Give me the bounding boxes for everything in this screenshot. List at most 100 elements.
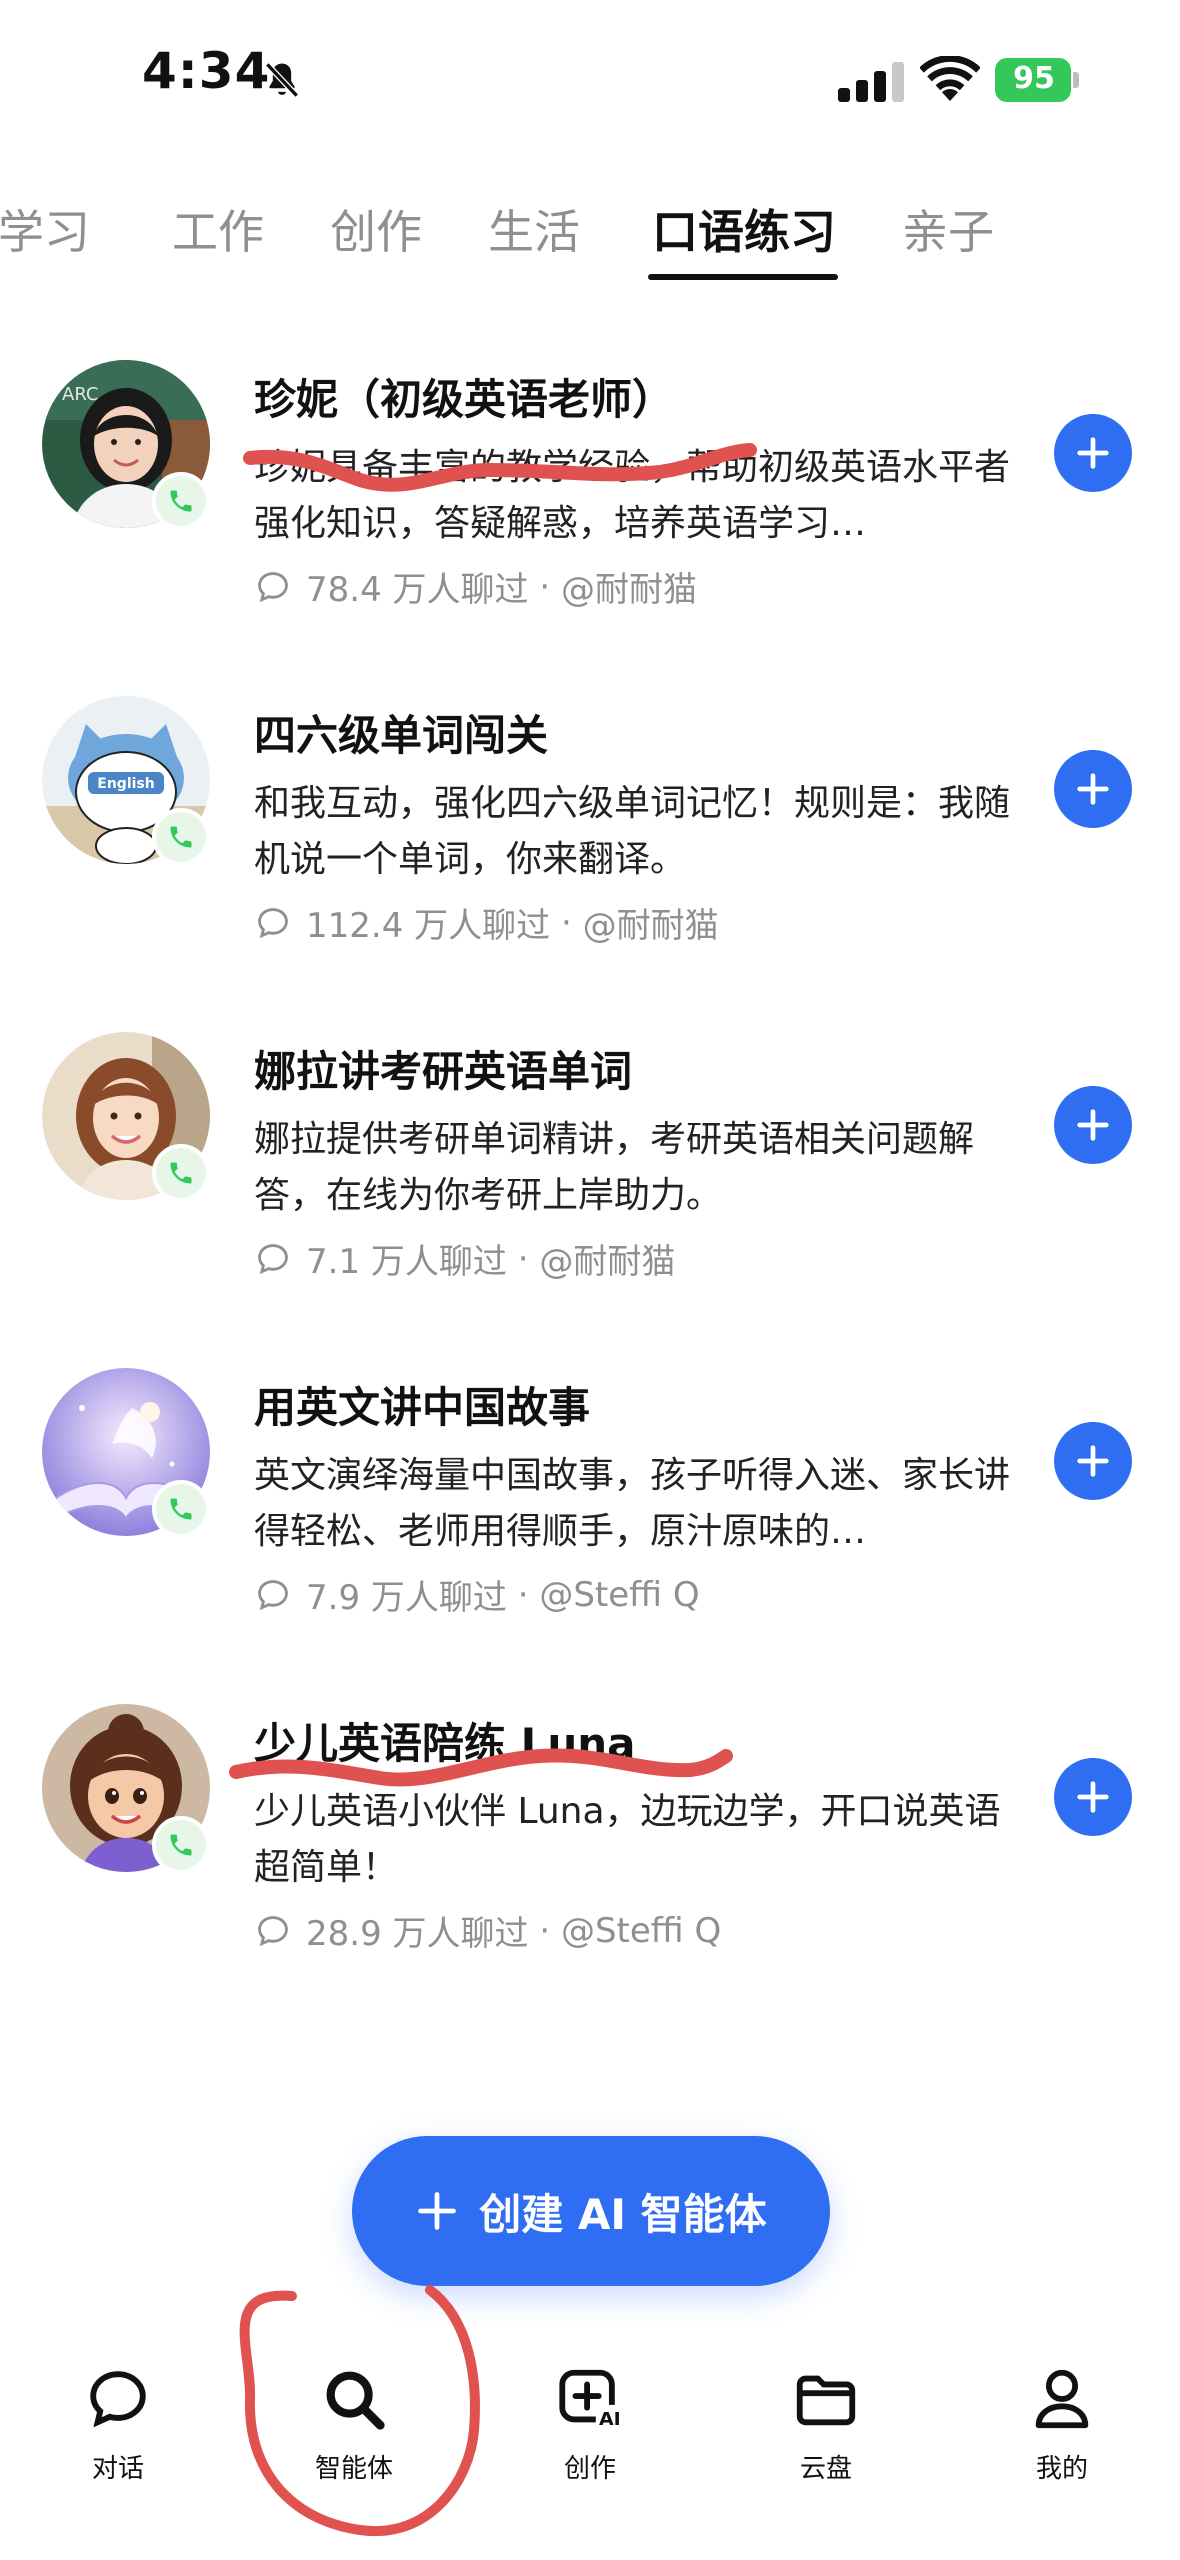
add-agent-button[interactable]: [1054, 1758, 1132, 1836]
list-item[interactable]: ARC 珍妮（初级英语老师） 珍妮具备丰富的教学经验，帮助初级英语水平者强化知识…: [0, 340, 1180, 676]
meta-separator: ·: [539, 1910, 551, 1951]
svg-text:ARC: ARC: [62, 384, 99, 405]
plus-icon: [1077, 1109, 1109, 1141]
bell-off-icon: [265, 62, 299, 98]
status-bar: 4:34 95: [0, 0, 1180, 150]
chat-count: 28.9 万人聊过: [306, 1914, 529, 1954]
avatar[interactable]: ARC: [42, 360, 210, 530]
chat-count-icon: [258, 1915, 288, 1946]
nav-item-create[interactable]: AI 创作: [500, 2356, 680, 2526]
create-ai-agent-button[interactable]: 创建 AI 智能体: [352, 2136, 830, 2286]
agent-description: 珍妮具备丰富的教学经验，帮助初级英语水平者强化知识，答疑解惑，培养英语学习…: [254, 447, 1011, 544]
agent-author[interactable]: @Steffi Q: [561, 1911, 721, 1951]
chat-count-icon: [258, 907, 288, 938]
voice-call-badge: [152, 1816, 210, 1874]
add-agent-button[interactable]: [1054, 1086, 1132, 1164]
tab-speaking-practice[interactable]: 口语练习: [652, 196, 836, 262]
plus-icon: [1077, 1781, 1109, 1813]
agent-store-screen: 4:34 95 学习 工作 创作 生活 口语练习 亲子 ARC 珍妮（初级英语老…: [0, 0, 1180, 2560]
nav-item-cloud-drive[interactable]: 云盘: [736, 2356, 916, 2526]
chat-count: 112.4 万人聊过: [306, 906, 551, 946]
meta-separator: ·: [517, 1238, 529, 1279]
avatar[interactable]: [42, 1704, 210, 1874]
plus-icon: [1077, 437, 1109, 469]
phone-icon: [170, 1498, 192, 1520]
agent-author[interactable]: @Steffi Q: [539, 1575, 699, 1615]
create-ai-icon: AI: [559, 2369, 624, 2430]
svg-text:AI: AI: [599, 2408, 621, 2430]
list-item[interactable]: 用英文讲中国故事 英文演绎海量中国故事，孩子听得入迷、家长讲得轻松、老师用得顺手…: [0, 1348, 1180, 1684]
battery-level: 95: [1013, 61, 1055, 96]
agent-description: 娜拉提供考研单词精讲，考研英语相关问题解答，在线为你考研上岸助力。: [254, 1119, 975, 1216]
phone-icon: [170, 490, 192, 512]
meta-separator: ·: [560, 902, 572, 943]
chat-count-icon: [258, 571, 288, 602]
nav-item-agents[interactable]: 智能体: [264, 2356, 444, 2526]
nav-label: 我的: [1035, 2454, 1088, 2484]
meta-separator: ·: [539, 566, 551, 607]
chat-count: 7.1 万人聊过: [306, 1242, 507, 1282]
wifi-icon: [920, 56, 980, 101]
agent-meta: 28.9 万人聊过 · @Steffi Q: [254, 1906, 721, 1955]
phone-icon: [170, 826, 192, 848]
add-agent-button[interactable]: [1054, 1422, 1132, 1500]
voice-call-badge: [152, 472, 210, 530]
active-tab-indicator: [648, 274, 838, 280]
agent-title: 四六级单词闯关: [254, 711, 549, 760]
avatar-badge-text: English: [97, 776, 154, 792]
chat-count-icon: [258, 1243, 288, 1274]
list-item[interactable]: 少儿英语陪练 Luna 少儿英语小伙伴 Luna，边玩边学，开口说英语超简单！ …: [0, 1684, 1180, 2020]
create-ai-agent-label: 创建 AI 智能体: [479, 2189, 767, 2239]
agent-title: 珍妮（初级英语老师）: [254, 375, 675, 424]
voice-call-badge: [152, 808, 210, 866]
nav-label: 智能体: [314, 2454, 393, 2484]
battery-indicator: 95: [995, 58, 1079, 102]
add-agent-button[interactable]: [1054, 414, 1132, 492]
tab-work[interactable]: 工作: [172, 196, 264, 262]
tab-life[interactable]: 生活: [488, 196, 580, 262]
plus-icon: [1077, 773, 1109, 805]
chat-count: 78.4 万人聊过: [306, 570, 529, 610]
nav-item-chat[interactable]: 对话: [28, 2356, 208, 2526]
agent-list: ARC 珍妮（初级英语老师） 珍妮具备丰富的教学经验，帮助初级英语水平者强化知识…: [0, 340, 1180, 2020]
bottom-navigation: 对话 智能体 AI 创作 云盘 我的: [0, 2330, 1180, 2560]
avatar[interactable]: English: [42, 696, 210, 866]
plus-icon: [418, 2192, 457, 2230]
list-item[interactable]: 娜拉讲考研英语单词 娜拉提供考研单词精讲，考研英语相关问题解答，在线为你考研上岸…: [0, 1012, 1180, 1348]
agent-meta: 7.9 万人聊过 · @Steffi Q: [254, 1570, 700, 1619]
agent-meta: 112.4 万人聊过 · @耐耐猫: [254, 898, 719, 947]
phone-icon: [170, 1162, 192, 1184]
agent-author[interactable]: @耐耐猫: [539, 1234, 675, 1283]
voice-call-badge: [152, 1480, 210, 1538]
agent-meta: 7.1 万人聊过 · @耐耐猫: [254, 1234, 675, 1283]
agent-title: 用英文讲中国故事: [254, 1383, 591, 1432]
cellular-signal-icon: [838, 62, 904, 102]
agent-author[interactable]: @耐耐猫: [561, 562, 697, 611]
nav-label: 对话: [91, 2454, 144, 2484]
chat-bubble-icon: [90, 2371, 146, 2428]
tab-study[interactable]: 学习: [0, 196, 90, 262]
agent-meta: 78.4 万人聊过 · @耐耐猫: [254, 562, 697, 611]
avatar[interactable]: [42, 1032, 210, 1202]
add-agent-button[interactable]: [1054, 750, 1132, 828]
chat-count-icon: [258, 1579, 288, 1610]
list-item[interactable]: English 四六级单词闯关 和我互动，强化四六级单词记忆！规则是：我随机说一…: [0, 676, 1180, 1012]
agent-title: 少儿英语陪练 Luna: [254, 1719, 636, 1768]
profile-icon: [1035, 2369, 1089, 2429]
category-tabs: 学习 工作 创作 生活 口语练习 亲子: [0, 180, 1180, 290]
nav-item-profile[interactable]: 我的: [972, 2356, 1152, 2526]
chat-count: 7.9 万人聊过: [306, 1578, 507, 1618]
tab-parenting[interactable]: 亲子: [902, 196, 994, 262]
agent-author[interactable]: @耐耐猫: [583, 898, 719, 947]
nav-label: 云盘: [799, 2454, 852, 2484]
plus-icon: [1077, 1445, 1109, 1477]
agent-description: 英文演绎海量中国故事，孩子听得入迷、家长讲得轻松、老师用得顺手，原汁原味的…: [254, 1455, 1011, 1552]
meta-separator: ·: [517, 1574, 529, 1615]
agent-description: 和我互动，强化四六级单词记忆！规则是：我随机说一个单词，你来翻译。: [254, 783, 1011, 880]
tab-create[interactable]: 创作: [330, 196, 422, 262]
voice-call-badge: [152, 1144, 210, 1202]
folder-icon: [796, 2375, 856, 2426]
agent-description: 少儿英语小伙伴 Luna，边玩边学，开口说英语超简单！: [254, 1791, 1001, 1888]
avatar[interactable]: [42, 1368, 210, 1538]
nav-label: 创作: [563, 2454, 616, 2484]
